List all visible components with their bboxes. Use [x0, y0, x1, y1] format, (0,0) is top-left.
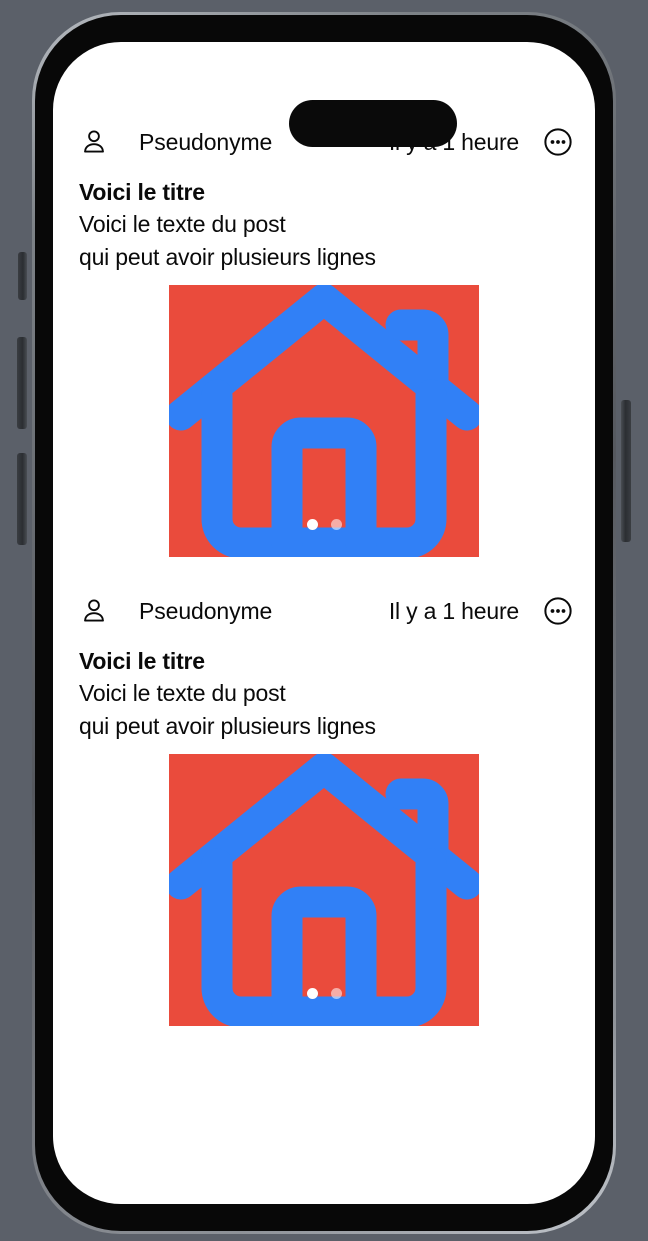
house-icon — [169, 754, 479, 1027]
post-body: Voici le titre Voici le texte du post qu… — [53, 631, 595, 742]
volume-up-button[interactable] — [17, 337, 27, 429]
post-card[interactable]: Pseudonyme Il y a 1 heure Voici le titre… — [53, 591, 595, 1027]
post-author-name: Pseudonyme — [139, 597, 273, 624]
post-timestamp: Il y a 1 heure — [388, 597, 519, 624]
post-feed[interactable]: Pseudonyme Il y a 1 heure Voici le titre… — [53, 42, 595, 1204]
mute-switch[interactable] — [18, 252, 27, 300]
pagination-dot[interactable] — [330, 519, 342, 531]
volume-down-button[interactable] — [17, 453, 27, 545]
phone-screen: Pseudonyme Il y a 1 heure Voici le titre… — [53, 42, 595, 1204]
house-icon — [169, 285, 479, 558]
post-title: Voici le titre — [79, 648, 205, 675]
power-button[interactable] — [621, 400, 631, 542]
post-text: Voici le texte du post qui peut avoir pl… — [79, 680, 376, 739]
pagination-dot[interactable] — [306, 988, 318, 1000]
media-pagination-dots[interactable] — [169, 519, 479, 531]
post-text: Voici le texte du post qui peut avoir pl… — [79, 210, 376, 270]
pagination-dot[interactable] — [306, 519, 318, 531]
more-options-icon[interactable] — [543, 127, 573, 157]
post-header: Pseudonyme Il y a 1 heure — [53, 591, 595, 631]
post-body: Voici le titre Voici le texte du post qu… — [53, 162, 595, 273]
more-options-icon[interactable] — [543, 596, 573, 626]
person-icon[interactable] — [79, 596, 109, 626]
media-pagination-dots[interactable] — [169, 988, 479, 1000]
dynamic-island — [289, 100, 457, 147]
pagination-dot[interactable] — [330, 988, 342, 1000]
post-card[interactable]: Pseudonyme Il y a 1 heure Voici le titre… — [53, 122, 595, 558]
post-media[interactable] — [169, 754, 479, 1027]
post-media[interactable] — [169, 285, 479, 558]
post-title: Voici le titre — [79, 179, 205, 205]
post-author-name: Pseudonyme — [139, 128, 273, 155]
person-icon[interactable] — [79, 127, 109, 157]
